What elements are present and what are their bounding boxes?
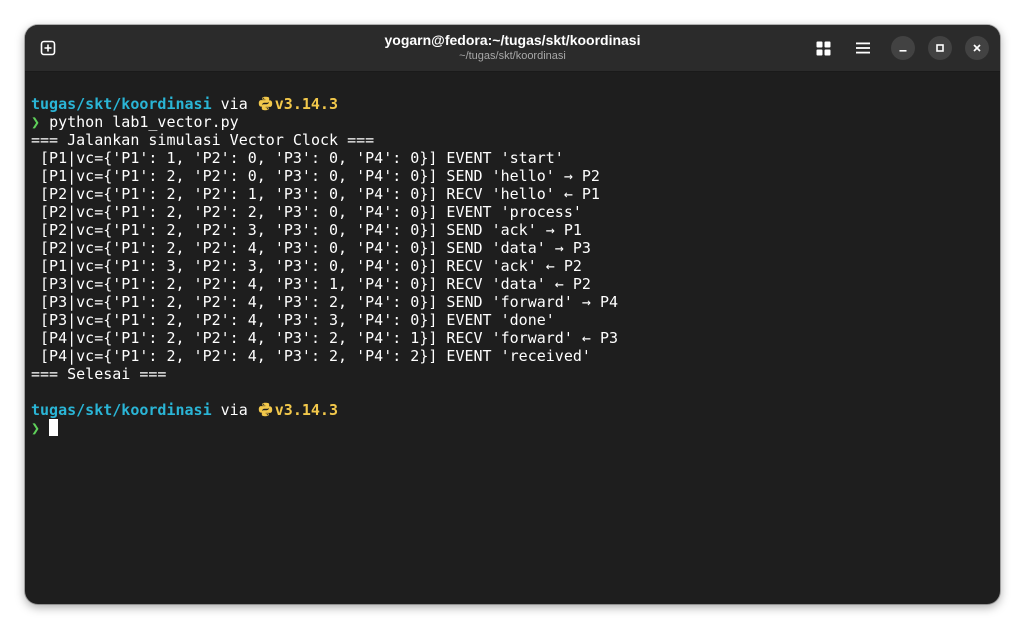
- terminal-window: yogarn@fedora:~/tugas/skt/koordinasi ~/t…: [25, 25, 1000, 604]
- output-line: [P1|vc={'P1': 3, 'P2': 3, 'P3': 0, 'P4':…: [31, 257, 582, 275]
- window-title: yogarn@fedora:~/tugas/skt/koordinasi: [384, 32, 641, 48]
- prompt-line: tugas/skt/koordinasi via v3.14.3: [31, 95, 991, 113]
- output-line: [P2|vc={'P1': 2, 'P2': 2, 'P3': 0, 'P4':…: [31, 203, 582, 221]
- prompt-via: via: [220, 95, 248, 113]
- output-block: === Jalankan simulasi Vector Clock === […: [31, 131, 991, 383]
- window-subtitle: ~/tugas/skt/koordinasi: [459, 50, 566, 62]
- prompt-line: tugas/skt/koordinasi via v3.14.3: [31, 401, 991, 419]
- output-line: === Jalankan simulasi Vector Clock ===: [31, 131, 375, 149]
- hamburger-menu-icon: [856, 42, 870, 54]
- grid-view-button[interactable]: [809, 35, 837, 61]
- prompt-chevron: ❯: [31, 113, 41, 131]
- maximize-icon: [936, 44, 944, 52]
- new-tab-button[interactable]: [34, 34, 62, 62]
- new-tab-icon: [40, 40, 56, 56]
- minimize-button[interactable]: [891, 36, 915, 60]
- prompt-chevron: ❯: [31, 419, 41, 437]
- output-line: [P4|vc={'P1': 2, 'P2': 4, 'P3': 2, 'P4':…: [31, 347, 591, 365]
- main-menu-button[interactable]: [849, 35, 877, 61]
- python-icon: [257, 401, 275, 419]
- maximize-button[interactable]: [928, 36, 952, 60]
- output-line: [P3|vc={'P1': 2, 'P2': 4, 'P3': 2, 'P4':…: [31, 293, 618, 311]
- prompt-via: via: [220, 401, 248, 419]
- output-line: [P1|vc={'P1': 2, 'P2': 0, 'P3': 0, 'P4':…: [31, 167, 600, 185]
- minimize-icon: [899, 50, 907, 52]
- grid-view-icon: [816, 41, 830, 55]
- python-version: v3.14.3: [274, 95, 338, 113]
- output-line: [P3|vc={'P1': 2, 'P2': 4, 'P3': 1, 'P4':…: [31, 275, 591, 293]
- python-icon: [257, 95, 275, 113]
- prompt-directory: tugas/skt/koordinasi: [31, 95, 212, 113]
- output-line: [P3|vc={'P1': 2, 'P2': 4, 'P3': 3, 'P4':…: [31, 311, 555, 329]
- output-line: [P4|vc={'P1': 2, 'P2': 4, 'P3': 2, 'P4':…: [31, 329, 618, 347]
- output-line: === Selesai ===: [31, 365, 167, 383]
- title-bar: yogarn@fedora:~/tugas/skt/koordinasi ~/t…: [25, 25, 1000, 72]
- python-version: v3.14.3: [274, 401, 338, 419]
- close-icon: [973, 44, 981, 52]
- output-line: [P1|vc={'P1': 1, 'P2': 0, 'P3': 0, 'P4':…: [31, 149, 564, 167]
- close-button[interactable]: [965, 36, 989, 60]
- prompt-directory: tugas/skt/koordinasi: [31, 401, 212, 419]
- command-line: ❯ python lab1_vector.py: [31, 113, 991, 131]
- terminal-output[interactable]: tugas/skt/koordinasi via v3.14.3 ❯ pytho…: [31, 95, 991, 595]
- command-text: python lab1_vector.py: [49, 113, 239, 131]
- output-line: [P2|vc={'P1': 2, 'P2': 4, 'P3': 0, 'P4':…: [31, 239, 591, 257]
- window-title-block: yogarn@fedora:~/tugas/skt/koordinasi ~/t…: [225, 31, 800, 63]
- input-line[interactable]: ❯: [31, 419, 991, 437]
- text-cursor: [49, 419, 59, 436]
- output-line: [P2|vc={'P1': 2, 'P2': 3, 'P3': 0, 'P4':…: [31, 221, 582, 239]
- output-line: [P2|vc={'P1': 2, 'P2': 1, 'P3': 0, 'P4':…: [31, 185, 600, 203]
